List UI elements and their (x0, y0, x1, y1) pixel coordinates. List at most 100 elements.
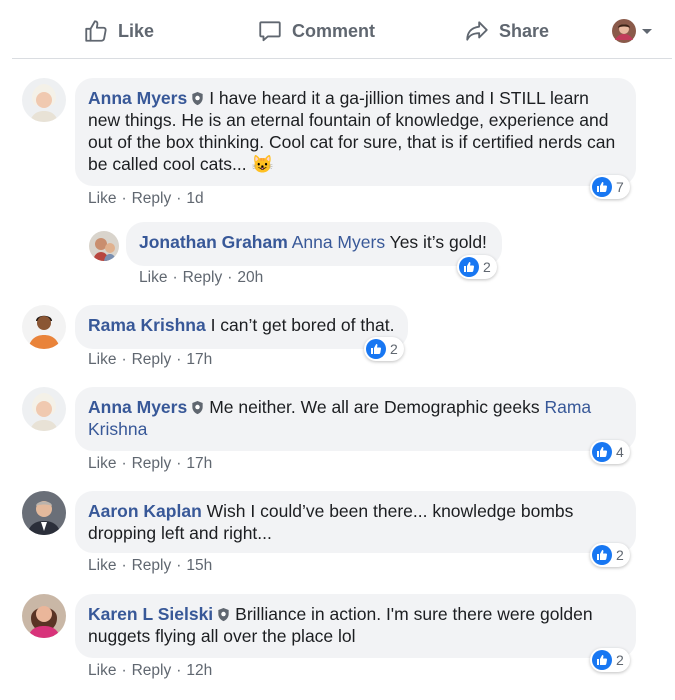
comment-bubble: Anna Myers I have heard it a ga-jillion t… (75, 78, 636, 186)
verified-shield-icon (192, 91, 203, 106)
comment-reply-link[interactable]: Reply (132, 190, 172, 207)
meta-separator: · (176, 351, 182, 368)
avatar-jonathan-icon (89, 231, 119, 261)
comment-meta: Like · Reply · 15h (88, 557, 212, 575)
avatar[interactable] (22, 305, 66, 349)
verified-shield-icon (192, 400, 203, 415)
like-count-badge[interactable]: 2 (457, 255, 497, 279)
comment-bubble: Rama Krishna I can’t get bored of that. (75, 305, 408, 349)
meta-separator: · (121, 351, 127, 368)
comment-bubble: Aaron Kaplan Wish I could’ve been there.… (75, 491, 636, 553)
avatar-aaron-icon (22, 491, 66, 535)
comment-timestamp[interactable]: 1d (186, 190, 203, 207)
comment-reply-link[interactable]: Reply (183, 269, 223, 286)
thumbs-up-icon (85, 20, 107, 42)
like-count-badge[interactable]: 2 (590, 543, 630, 567)
comment-timestamp[interactable]: 20h (237, 269, 263, 286)
like-reaction-icon (592, 650, 612, 670)
like-count-badge[interactable]: 7 (590, 175, 630, 199)
comment-label: Comment (292, 20, 376, 41)
like-count-badge[interactable]: 2 (590, 648, 630, 672)
avatar[interactable] (22, 594, 66, 638)
reaction-count: 4 (616, 444, 624, 460)
avatar-rama-icon (22, 305, 66, 349)
reaction-count: 2 (616, 547, 624, 563)
meta-separator: · (121, 662, 127, 679)
comment-bubble: Karen L Sielski Brilliance in action. I'm… (75, 594, 636, 658)
meta-separator: · (121, 455, 127, 472)
reaction-count: 2 (616, 652, 624, 668)
mention-link[interactable]: Anna Myers (292, 232, 385, 252)
reaction-as-selector[interactable] (612, 19, 654, 43)
post-action-bar: Like Comment Share (0, 0, 675, 60)
author-name[interactable]: Aaron Kaplan (88, 501, 202, 521)
like-reaction-icon (366, 339, 386, 359)
comment-meta: Like · Reply · 17h (88, 351, 212, 369)
share-icon (466, 21, 488, 41)
meta-separator: · (176, 557, 182, 574)
caret-down-icon (642, 29, 652, 34)
like-reaction-icon (592, 177, 612, 197)
comment-like-link[interactable]: Like (139, 269, 167, 286)
like-button[interactable]: Like (83, 17, 154, 45)
comment-button[interactable]: Comment (257, 17, 375, 45)
comment-bubble: Jonathan Graham Anna Myers Yes it’s gold… (126, 222, 502, 266)
meta-separator: · (121, 190, 127, 207)
comment-timestamp[interactable]: 17h (186, 455, 212, 472)
comment-text: Yes it’s gold! (389, 232, 487, 252)
author-name[interactable]: Anna Myers (88, 397, 187, 417)
comment-reply-link[interactable]: Reply (132, 557, 172, 574)
meta-separator: · (121, 557, 127, 574)
comment-meta: Like · Reply · 20h (139, 269, 263, 287)
like-reaction-icon (592, 442, 612, 462)
comment-text: I can’t get bored of that. (210, 315, 395, 335)
meta-separator: · (172, 269, 178, 286)
avatar[interactable] (89, 231, 119, 261)
comment-timestamp[interactable]: 15h (186, 557, 212, 574)
cat-emoji: 😺 (251, 154, 274, 174)
comment-icon (259, 21, 281, 42)
like-count-badge[interactable]: 2 (364, 337, 404, 361)
comment-like-link[interactable]: Like (88, 455, 116, 472)
author-name[interactable]: Anna Myers (88, 88, 187, 108)
reaction-count: 2 (483, 259, 491, 275)
comment-like-link[interactable]: Like (88, 190, 116, 207)
avatar[interactable] (22, 387, 66, 431)
profile-avatar-icon (612, 19, 636, 43)
avatar[interactable] (22, 491, 66, 535)
comment-reply-link[interactable]: Reply (132, 662, 172, 679)
reaction-count: 7 (616, 179, 624, 195)
author-name[interactable]: Rama Krishna (88, 315, 206, 335)
verified-shield-icon (218, 607, 229, 622)
meta-separator: · (176, 190, 182, 207)
comment-like-link[interactable]: Like (88, 557, 116, 574)
comment-timestamp[interactable]: 12h (186, 662, 212, 679)
comment-like-link[interactable]: Like (88, 351, 116, 368)
like-count-badge[interactable]: 4 (590, 440, 630, 464)
comment-reply-link[interactable]: Reply (132, 351, 172, 368)
avatar-anna-icon (22, 387, 66, 431)
like-label: Like (118, 20, 155, 41)
meta-separator: · (176, 455, 182, 472)
comment-meta: Like · Reply · 12h (88, 662, 212, 680)
comment-meta: Like · Reply · 17h (88, 455, 212, 473)
like-reaction-icon (459, 257, 479, 277)
like-reaction-icon (592, 545, 612, 565)
author-name[interactable]: Karen L Sielski (88, 604, 213, 624)
comment-meta: Like · Reply · 1d (88, 190, 204, 208)
reaction-count: 2 (390, 341, 398, 357)
comment-like-link[interactable]: Like (88, 662, 116, 679)
comment-timestamp[interactable]: 17h (186, 351, 212, 368)
meta-separator: · (227, 269, 233, 286)
meta-separator: · (176, 662, 182, 679)
avatar-anna-icon (22, 78, 66, 122)
share-button[interactable]: Share (464, 17, 549, 45)
author-name[interactable]: Jonathan Graham (139, 232, 288, 252)
share-label: Share (499, 20, 550, 41)
comment-bubble: Anna Myers Me neither. We all are Demogra… (75, 387, 636, 451)
avatar[interactable] (22, 78, 66, 122)
divider (12, 58, 672, 59)
avatar-karen-icon (22, 594, 66, 638)
comment-text: Me neither. We all are Demographic geeks (209, 397, 540, 417)
comment-reply-link[interactable]: Reply (132, 455, 172, 472)
